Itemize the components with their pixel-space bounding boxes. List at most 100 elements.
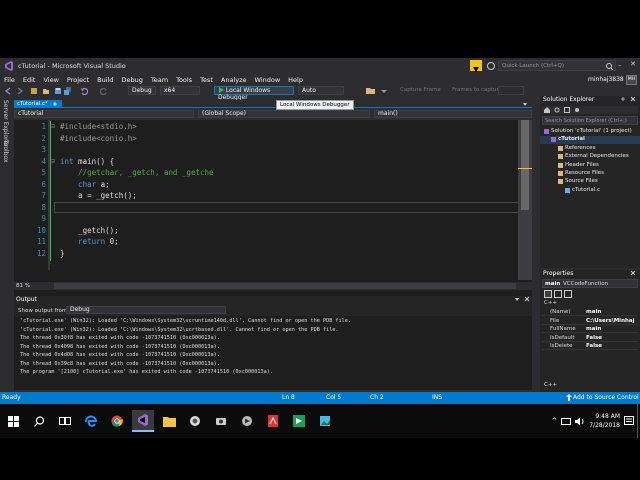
user-avatar[interactable]: MH — [626, 75, 637, 85]
start-button[interactable] — [2, 410, 24, 432]
taskbar-file-explorer[interactable] — [158, 410, 180, 432]
save-all-icon[interactable] — [64, 87, 72, 95]
tray-chevron-icon[interactable]: ^ — [551, 417, 557, 425]
auto-select[interactable]: Auto — [298, 86, 344, 95]
menu-item-file[interactable]: File — [4, 76, 15, 84]
taskbar-visual-studio[interactable] — [132, 410, 154, 432]
code-line[interactable]: 7 a = _getch(); — [14, 191, 524, 203]
solution-tree-item[interactable]: Source Files — [540, 178, 640, 186]
volume-icon[interactable] — [575, 417, 585, 426]
folder-icon[interactable] — [366, 87, 376, 95]
alphabetical-icon[interactable] — [554, 290, 562, 298]
tab-ctutorial-c[interactable]: cTutorial.c* — [14, 100, 62, 108]
code-line[interactable]: 10 _getch(); — [14, 226, 524, 238]
taskbar-app-3[interactable] — [210, 410, 232, 432]
close-button[interactable]: ✕ — [630, 60, 636, 68]
code-line[interactable]: 2 #include<conio.h> — [14, 134, 524, 146]
taskbar-app-5[interactable] — [314, 410, 336, 432]
property-row[interactable]: IsDelete False — [542, 342, 638, 350]
menu-item-edit[interactable]: Edit — [23, 76, 36, 84]
taskbar-camtasia[interactable] — [288, 410, 310, 432]
dropdown-arrow-icon[interactable] — [380, 87, 388, 95]
property-pages-icon[interactable] — [564, 290, 572, 298]
save-icon[interactable] — [54, 87, 62, 95]
outline-collapse-icon[interactable]: ⊟ — [50, 123, 55, 130]
output-dropdown-icon[interactable] — [514, 296, 520, 302]
taskbar-chrome[interactable] — [106, 410, 128, 432]
pin-icon[interactable] — [620, 96, 626, 102]
refresh-icon[interactable] — [554, 107, 560, 113]
scope-dropdown[interactable]: (Global Scope) — [198, 110, 370, 118]
network-icon[interactable] — [561, 417, 572, 426]
solution-search-input[interactable]: Search Solution Explorer (Ctrl+;) — [542, 116, 638, 125]
categorized-icon[interactable] — [544, 290, 552, 298]
code-line[interactable]: 9 — [14, 214, 524, 226]
project-dropdown[interactable]: cTutorial — [14, 110, 194, 118]
code-line[interactable]: 11 return 0; — [14, 237, 524, 249]
action-center-icon[interactable] — [624, 416, 634, 426]
solution-tree-item[interactable]: External Dependencies — [540, 153, 640, 161]
task-view[interactable] — [54, 410, 76, 432]
solution-tree-item[interactable]: References — [540, 145, 640, 153]
back-arrow-icon[interactable] — [4, 87, 12, 95]
local-windows-debugger-button[interactable]: Local Windows Debugger — [214, 86, 294, 101]
taskbar-app-4[interactable] — [236, 410, 258, 432]
show-output-from-select[interactable]: Debug — [66, 306, 226, 314]
taskbar-acrobat[interactable] — [262, 410, 284, 432]
zoom-level[interactable]: 81 % — [16, 283, 30, 289]
forward-arrow-icon[interactable] — [16, 87, 24, 95]
solution-tree-item[interactable]: Resource Files — [540, 170, 640, 178]
code-line[interactable]: 4 int main() { — [14, 157, 524, 169]
menu-item-test[interactable]: Test — [200, 76, 213, 84]
open-file-icon[interactable] — [42, 87, 50, 95]
solution-tree-item[interactable]: Solution 'cTutorial' (1 project) — [540, 128, 640, 136]
menu-item-tools[interactable]: Tools — [176, 76, 192, 84]
taskbar-app-2[interactable] — [184, 410, 206, 432]
menu-item-debug[interactable]: Debug — [122, 76, 143, 84]
code-line[interactable]: 8 — [14, 203, 524, 215]
editor-horizontal-scrollbar[interactable] — [54, 283, 516, 289]
close-icon[interactable] — [630, 270, 636, 276]
output-close-icon[interactable] — [524, 296, 530, 302]
solution-tree-item[interactable]: Header Files — [540, 162, 640, 170]
solution-tree-item[interactable]: cTutorial.c — [540, 187, 640, 195]
collapse-all-icon[interactable] — [564, 107, 570, 113]
taskbar-search[interactable] — [28, 410, 50, 432]
output-text-area[interactable]: 'cTutorial.exe' (Win32): Loaded 'C:\Wind… — [14, 316, 532, 390]
function-dropdown[interactable]: main() — [374, 110, 532, 118]
close-icon[interactable] — [630, 96, 636, 102]
toolbox-tab[interactable]: Toolbox — [2, 140, 9, 163]
solution-configuration-select[interactable]: Debug — [128, 86, 156, 95]
menu-item-project[interactable]: Project — [67, 76, 89, 84]
taskbar-edge[interactable] — [80, 410, 102, 432]
code-line[interactable]: 3 — [14, 145, 524, 157]
menu-item-help[interactable]: Help — [288, 76, 303, 84]
quick-launch-box[interactable]: Quick Launch (Ctrl+Q) — [498, 60, 616, 71]
minimize-button[interactable]: – — [618, 61, 622, 69]
outline-collapse-icon[interactable]: ⊟ — [50, 158, 55, 165]
clock[interactable]: 9:48 AM 7/28/2018 — [589, 412, 620, 430]
frames-to-capture-input[interactable] — [498, 86, 524, 95]
notifications-flag[interactable] — [470, 60, 482, 72]
menu-item-team[interactable]: Team — [151, 76, 168, 84]
pin-icon[interactable] — [52, 101, 58, 107]
solution-tree-item[interactable]: cTutorial — [540, 136, 640, 145]
solution-platform-select[interactable]: x64 — [160, 86, 200, 95]
property-row[interactable]: IsDefault False — [542, 334, 638, 342]
feedback-icon[interactable] — [486, 61, 496, 71]
capture-frame-button[interactable]: Capture Frame — [400, 87, 441, 93]
undo-icon[interactable] — [80, 87, 88, 95]
menu-item-view[interactable]: View — [43, 76, 58, 84]
menu-item-analyze[interactable]: Analyze — [221, 76, 247, 84]
property-row[interactable]: (Name) main — [542, 308, 638, 316]
code-line[interactable]: 6 char a; — [14, 180, 524, 192]
signed-in-user[interactable]: minhaj3838 — [588, 76, 624, 83]
property-row[interactable]: FullName main — [542, 325, 638, 333]
code-line[interactable]: 12} — [14, 249, 524, 261]
property-row[interactable]: File C:\Users\Minhaj — [542, 317, 638, 325]
tab-list-dropdown-icon[interactable] — [522, 101, 528, 107]
menu-item-build[interactable]: Build — [97, 76, 113, 84]
properties-object-select[interactable]: main VCCodeFunction — [542, 279, 638, 288]
menu-item-window[interactable]: Window — [255, 76, 281, 84]
redo-icon[interactable] — [100, 87, 108, 95]
